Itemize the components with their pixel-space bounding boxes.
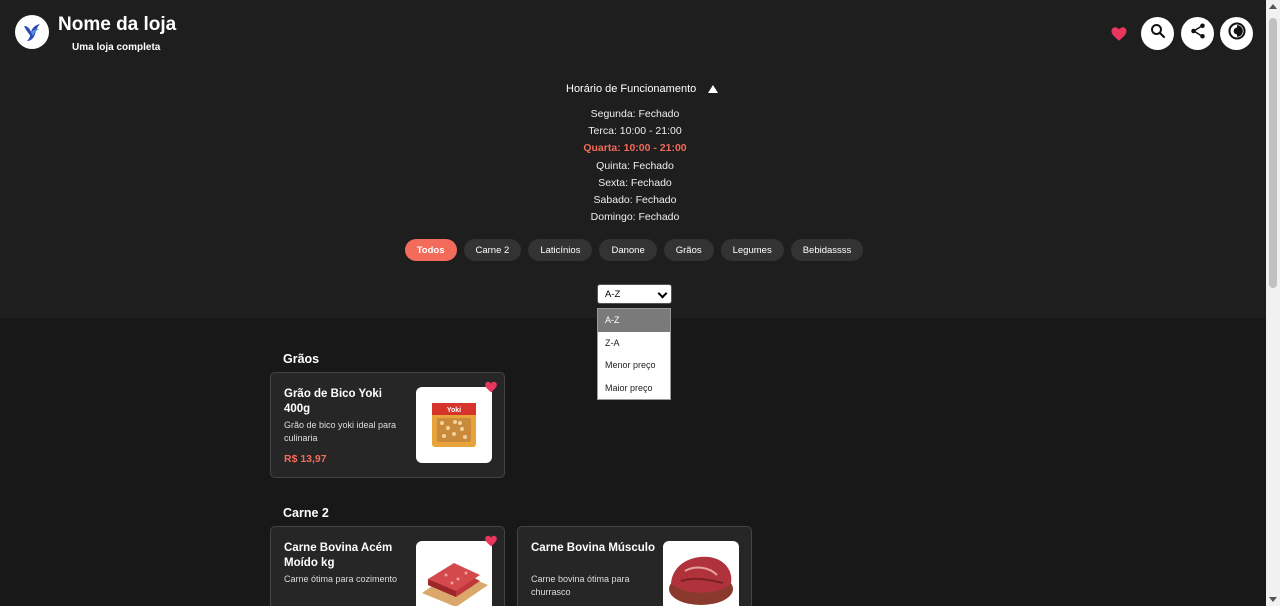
opening-hours-day: Terca: 10:00 - 21:00	[588, 125, 682, 138]
category-chip[interactable]: Todos	[404, 239, 457, 261]
favorites-heart-icon[interactable]	[1110, 25, 1128, 43]
sort-dropdown-menu: A-Z Z-A Menor preço Maior preço	[597, 308, 671, 400]
product-image	[663, 541, 739, 606]
opening-hours-day: Domingo: Fechado	[590, 211, 680, 224]
category-chip[interactable]: Danone	[599, 239, 657, 261]
category-chip[interactable]: Carne 2	[463, 239, 522, 261]
sort-selected-value: A-Z	[605, 288, 621, 300]
page-scrollbar[interactable]	[1266, 0, 1280, 606]
store-subtitle: Uma loja completa	[72, 42, 161, 53]
product-description: Carne ótima para cozimento	[284, 574, 398, 584]
bird-logo-icon[interactable]	[15, 15, 49, 49]
opening-hours-day: Segunda: Fechado	[590, 108, 680, 120]
product-name: Carne Bovina Acém Moído kg	[284, 542, 393, 569]
scroll-down-arrow-icon[interactable]	[1269, 597, 1277, 602]
opening-hours-day: Sabado: Fechado	[593, 194, 677, 207]
opening-hours-label: Horário de Funcionamento	[566, 83, 697, 95]
product-description: Grão de bico yoki ideal para culinaria	[284, 420, 397, 443]
favorite-heart-icon[interactable]	[484, 380, 498, 394]
svg-text:Yoki: Yoki	[447, 407, 461, 414]
product-price: R$ 13,97	[284, 453, 327, 465]
sort-option[interactable]: Maior preço	[598, 377, 670, 400]
share-icon	[1189, 22, 1207, 45]
store-header-panel: Nome da loja Uma loja completa Horário d…	[0, 0, 1266, 318]
product-image	[416, 541, 492, 606]
scroll-up-arrow-icon[interactable]	[1269, 4, 1277, 9]
product-card[interactable]: Carne Bovina Acém Moído kg Carne ótima pa…	[270, 526, 505, 606]
opening-hours-list: Segunda: Fechado Terca: 10:00 - 21:00 Quar…	[535, 106, 735, 226]
share-button[interactable]	[1181, 17, 1214, 50]
product-card[interactable]: Carne Bovina Músculo Carne bovina ótima p…	[517, 526, 752, 606]
search-button[interactable]	[1141, 17, 1174, 50]
favorite-heart-icon[interactable]	[484, 534, 498, 548]
product-description: Carne bovina ótima para churrasco	[531, 574, 630, 597]
section-title: Grãos	[283, 352, 320, 366]
section-title: Carne 2	[283, 506, 329, 520]
category-chips: Todos Carne 2 Laticínios Danone Grãos Legumes…	[0, 239, 1266, 261]
sort-select[interactable]: A-Z	[597, 284, 672, 304]
search-icon	[1149, 22, 1167, 45]
theme-toggle-button[interactable]	[1220, 17, 1253, 50]
category-chip[interactable]: Bebidassss	[790, 239, 864, 261]
contrast-icon	[1227, 21, 1247, 46]
chevron-down-icon	[657, 288, 668, 299]
opening-hours-toggle[interactable]: Horário de Funcionamento	[566, 83, 719, 95]
category-chip[interactable]: Grãos	[663, 239, 714, 261]
sort-option[interactable]: Z-A	[598, 332, 670, 355]
sort-option[interactable]: Menor preço	[598, 354, 670, 377]
opening-hours-today: Quarta: 10:00 - 21:00	[583, 142, 687, 155]
opening-hours-day: Sexta: Fechado	[598, 176, 672, 189]
scrollbar-thumb[interactable]	[1269, 18, 1277, 288]
store-name: Nome da loja	[58, 14, 177, 35]
product-name: Grão de Bico Yoki 400g	[284, 388, 382, 415]
category-chip[interactable]: Laticínios	[528, 239, 593, 261]
product-image: Yoki	[416, 387, 492, 463]
product-card[interactable]: Grão de Bico Yoki 400g Grão de bico yoki …	[270, 372, 505, 478]
product-name: Carne Bovina Músculo	[531, 542, 655, 554]
sort-option[interactable]: A-Z	[598, 309, 670, 332]
opening-hours-day: Quinta: Fechado	[596, 159, 674, 172]
triangle-up-icon	[708, 85, 719, 93]
category-chip[interactable]: Legumes	[720, 239, 784, 261]
